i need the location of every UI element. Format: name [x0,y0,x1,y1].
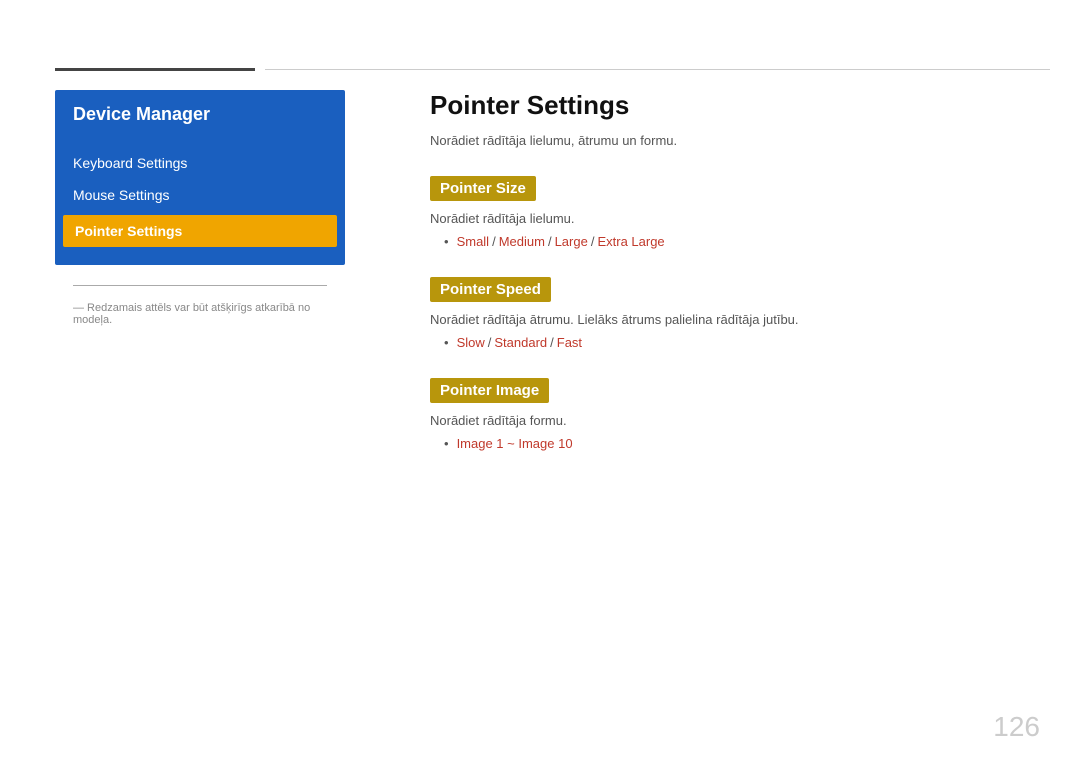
top-line-light [265,69,1050,70]
option-fast: Fast [557,335,582,350]
section-options-pointer-speed: Slow / Standard / Fast [430,335,1030,350]
option-large: Large [555,234,588,249]
section-options-pointer-size: Small / Medium / Large / Extra Large [430,234,1030,249]
section-desc-pointer-image: Norādiet rādītāja formu. [430,413,1030,428]
option-standard: Standard [494,335,547,350]
sidebar-item-mouse[interactable]: Mouse Settings [55,179,345,211]
section-pointer-size: Pointer Size Norādiet rādītāja lielumu. … [430,176,1030,249]
page-subtitle: Norādiet rādītāja lielumu, ātrumu un for… [430,133,1030,148]
sidebar-note: ― Redzamais attēls var būt atšķirīgs atk… [55,296,345,332]
option-small: Small [457,234,490,249]
sidebar-menu: Keyboard Settings Mouse Settings Pointer… [55,139,345,265]
sidebar-item-keyboard[interactable]: Keyboard Settings [55,147,345,179]
section-heading-pointer-size: Pointer Size [430,176,536,201]
section-heading-pointer-speed: Pointer Speed [430,277,551,302]
top-line-dark [55,68,255,71]
main-content: Pointer Settings Norādiet rādītāja lielu… [430,90,1030,703]
section-pointer-speed: Pointer Speed Norādiet rādītāja ātrumu. … [430,277,1030,350]
option-slow: Slow [457,335,485,350]
sidebar: Device Manager Keyboard Settings Mouse S… [55,90,345,332]
section-pointer-image: Pointer Image Norādiet rādītāja formu. I… [430,378,1030,451]
page-number: 126 [993,711,1040,743]
option-image-range: Image 1 ~ Image 10 [457,436,573,451]
option-extra-large: Extra Large [597,234,664,249]
top-decorative-lines [0,68,1080,71]
sidebar-item-pointer[interactable]: Pointer Settings [63,215,337,247]
sidebar-title: Device Manager [55,90,345,139]
sidebar-divider [73,285,327,286]
option-medium: Medium [499,234,545,249]
page-title: Pointer Settings [430,90,1030,121]
section-desc-pointer-speed: Norādiet rādītāja ātrumu. Lielāks ātrums… [430,312,1030,327]
section-options-pointer-image: Image 1 ~ Image 10 [430,436,1030,451]
section-heading-pointer-image: Pointer Image [430,378,549,403]
section-desc-pointer-size: Norādiet rādītāja lielumu. [430,211,1030,226]
